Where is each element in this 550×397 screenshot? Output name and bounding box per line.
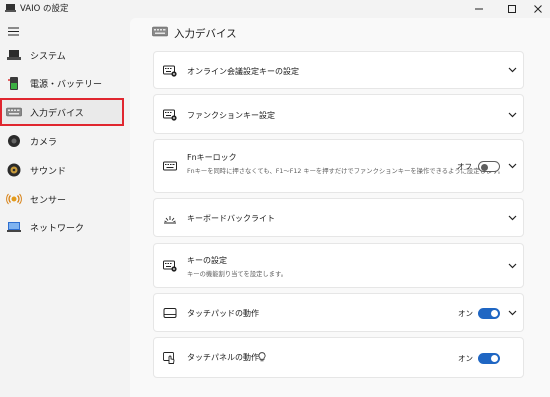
chevron-down-icon[interactable] [508,263,517,269]
setting-title: ファンクションキー設定 [187,111,275,120]
close-button[interactable] [526,0,550,18]
setting-card-keyboard-backlight[interactable]: キーボードバックライト [153,198,524,237]
chevron-down-icon[interactable] [508,310,517,316]
touch-hand-icon [163,352,175,364]
chevron-down-icon[interactable] [508,112,517,118]
page-title: 入力デバイス [174,28,237,40]
window-title: VAIO の設定 [20,4,69,14]
battery-plug-icon [8,77,18,90]
setting-card-key-settings[interactable]: キーの設定 キーの機能割り当てを設定します。 [153,243,524,288]
keyboard-icon [152,26,168,37]
sensor-icon [6,193,22,205]
chevron-down-icon[interactable] [508,163,517,169]
setting-card-touch-panel[interactable]: タッチパネルの動作 オン [153,337,524,378]
network-icon [7,222,21,232]
setting-description: キーの機能割り当てを設定します。 [187,271,287,278]
keyboard-gear-icon [163,109,177,121]
toggle-state-label: オン [458,309,473,318]
minimize-icon [475,8,483,10]
touchpad-icon [163,308,177,318]
sidebar-item-label: 入力デバイス [30,109,84,119]
sidebar-item-label: ネットワーク [30,224,85,234]
sidebar-item-power-battery[interactable]: 電源・バッテリー [0,69,124,97]
setting-card-function-keys[interactable]: ファンクションキー設定 [153,94,524,134]
chevron-down-icon[interactable] [508,215,517,221]
touch-panel-toggle[interactable] [478,353,500,364]
toggle-knob [491,310,498,317]
toggle-knob [481,163,488,171]
toggle-state-label: オン [458,354,473,363]
sidebar-item-system[interactable]: システム [0,41,124,69]
sidebar-item-camera[interactable]: カメラ [0,127,124,155]
sidebar-item-label: 電源・バッテリー [30,80,103,90]
setting-card-online-meeting-keys[interactable]: オンライン会議設定キーの設定 [153,51,524,89]
setting-title: オンライン会議設定キーの設定 [187,67,299,76]
minimize-button[interactable] [461,0,497,18]
sidebar-item-label: サウンド [30,167,67,177]
title-bar: VAIO の設定 [0,0,550,18]
camera-icon [8,135,20,147]
chevron-down-icon[interactable] [508,67,517,73]
fn-lock-toggle[interactable] [478,161,500,172]
keyboard-gear-icon [163,65,177,77]
keyboard-gear-icon [163,260,177,272]
maximize-icon [508,5,516,13]
setting-card-fn-lock[interactable]: Fnキーロック Fnキーを同時に押さなくても、F1～F12 キーを押すだけでファ… [153,139,524,193]
maximize-button[interactable] [494,0,530,18]
laptop-icon [7,50,21,60]
sidebar-item-input-devices[interactable]: 入力デバイス [0,98,124,126]
toggle-knob [491,355,498,362]
backlight-icon [164,216,176,224]
sidebar-item-network[interactable]: ネットワーク [0,213,124,241]
keyboard-icon [163,161,177,171]
close-icon [534,5,542,13]
sidebar-item-label: カメラ [30,138,58,148]
setting-title: タッチパネルの動作 [187,353,259,362]
lightbulb-icon [258,352,266,362]
setting-title: キーの設定 [187,256,227,265]
sidebar-item-sound[interactable]: サウンド [0,156,124,184]
setting-title: Fnキーロック [187,153,237,162]
hamburger-icon[interactable] [8,27,19,36]
sidebar-item-sensor[interactable]: センサー [0,185,124,213]
sidebar-item-label: システム [30,52,66,62]
speaker-icon [7,163,21,177]
toggle-state-label: オフ [457,162,472,171]
setting-title: タッチパッドの動作 [187,309,259,318]
setting-title: キーボードバックライト [187,214,275,223]
keyboard-icon [6,107,22,117]
touchpad-toggle[interactable] [478,308,500,319]
setting-card-touchpad[interactable]: タッチパッドの動作 オン [153,293,524,332]
app-icon [5,4,16,12]
sidebar-item-label: センサー [30,196,67,206]
